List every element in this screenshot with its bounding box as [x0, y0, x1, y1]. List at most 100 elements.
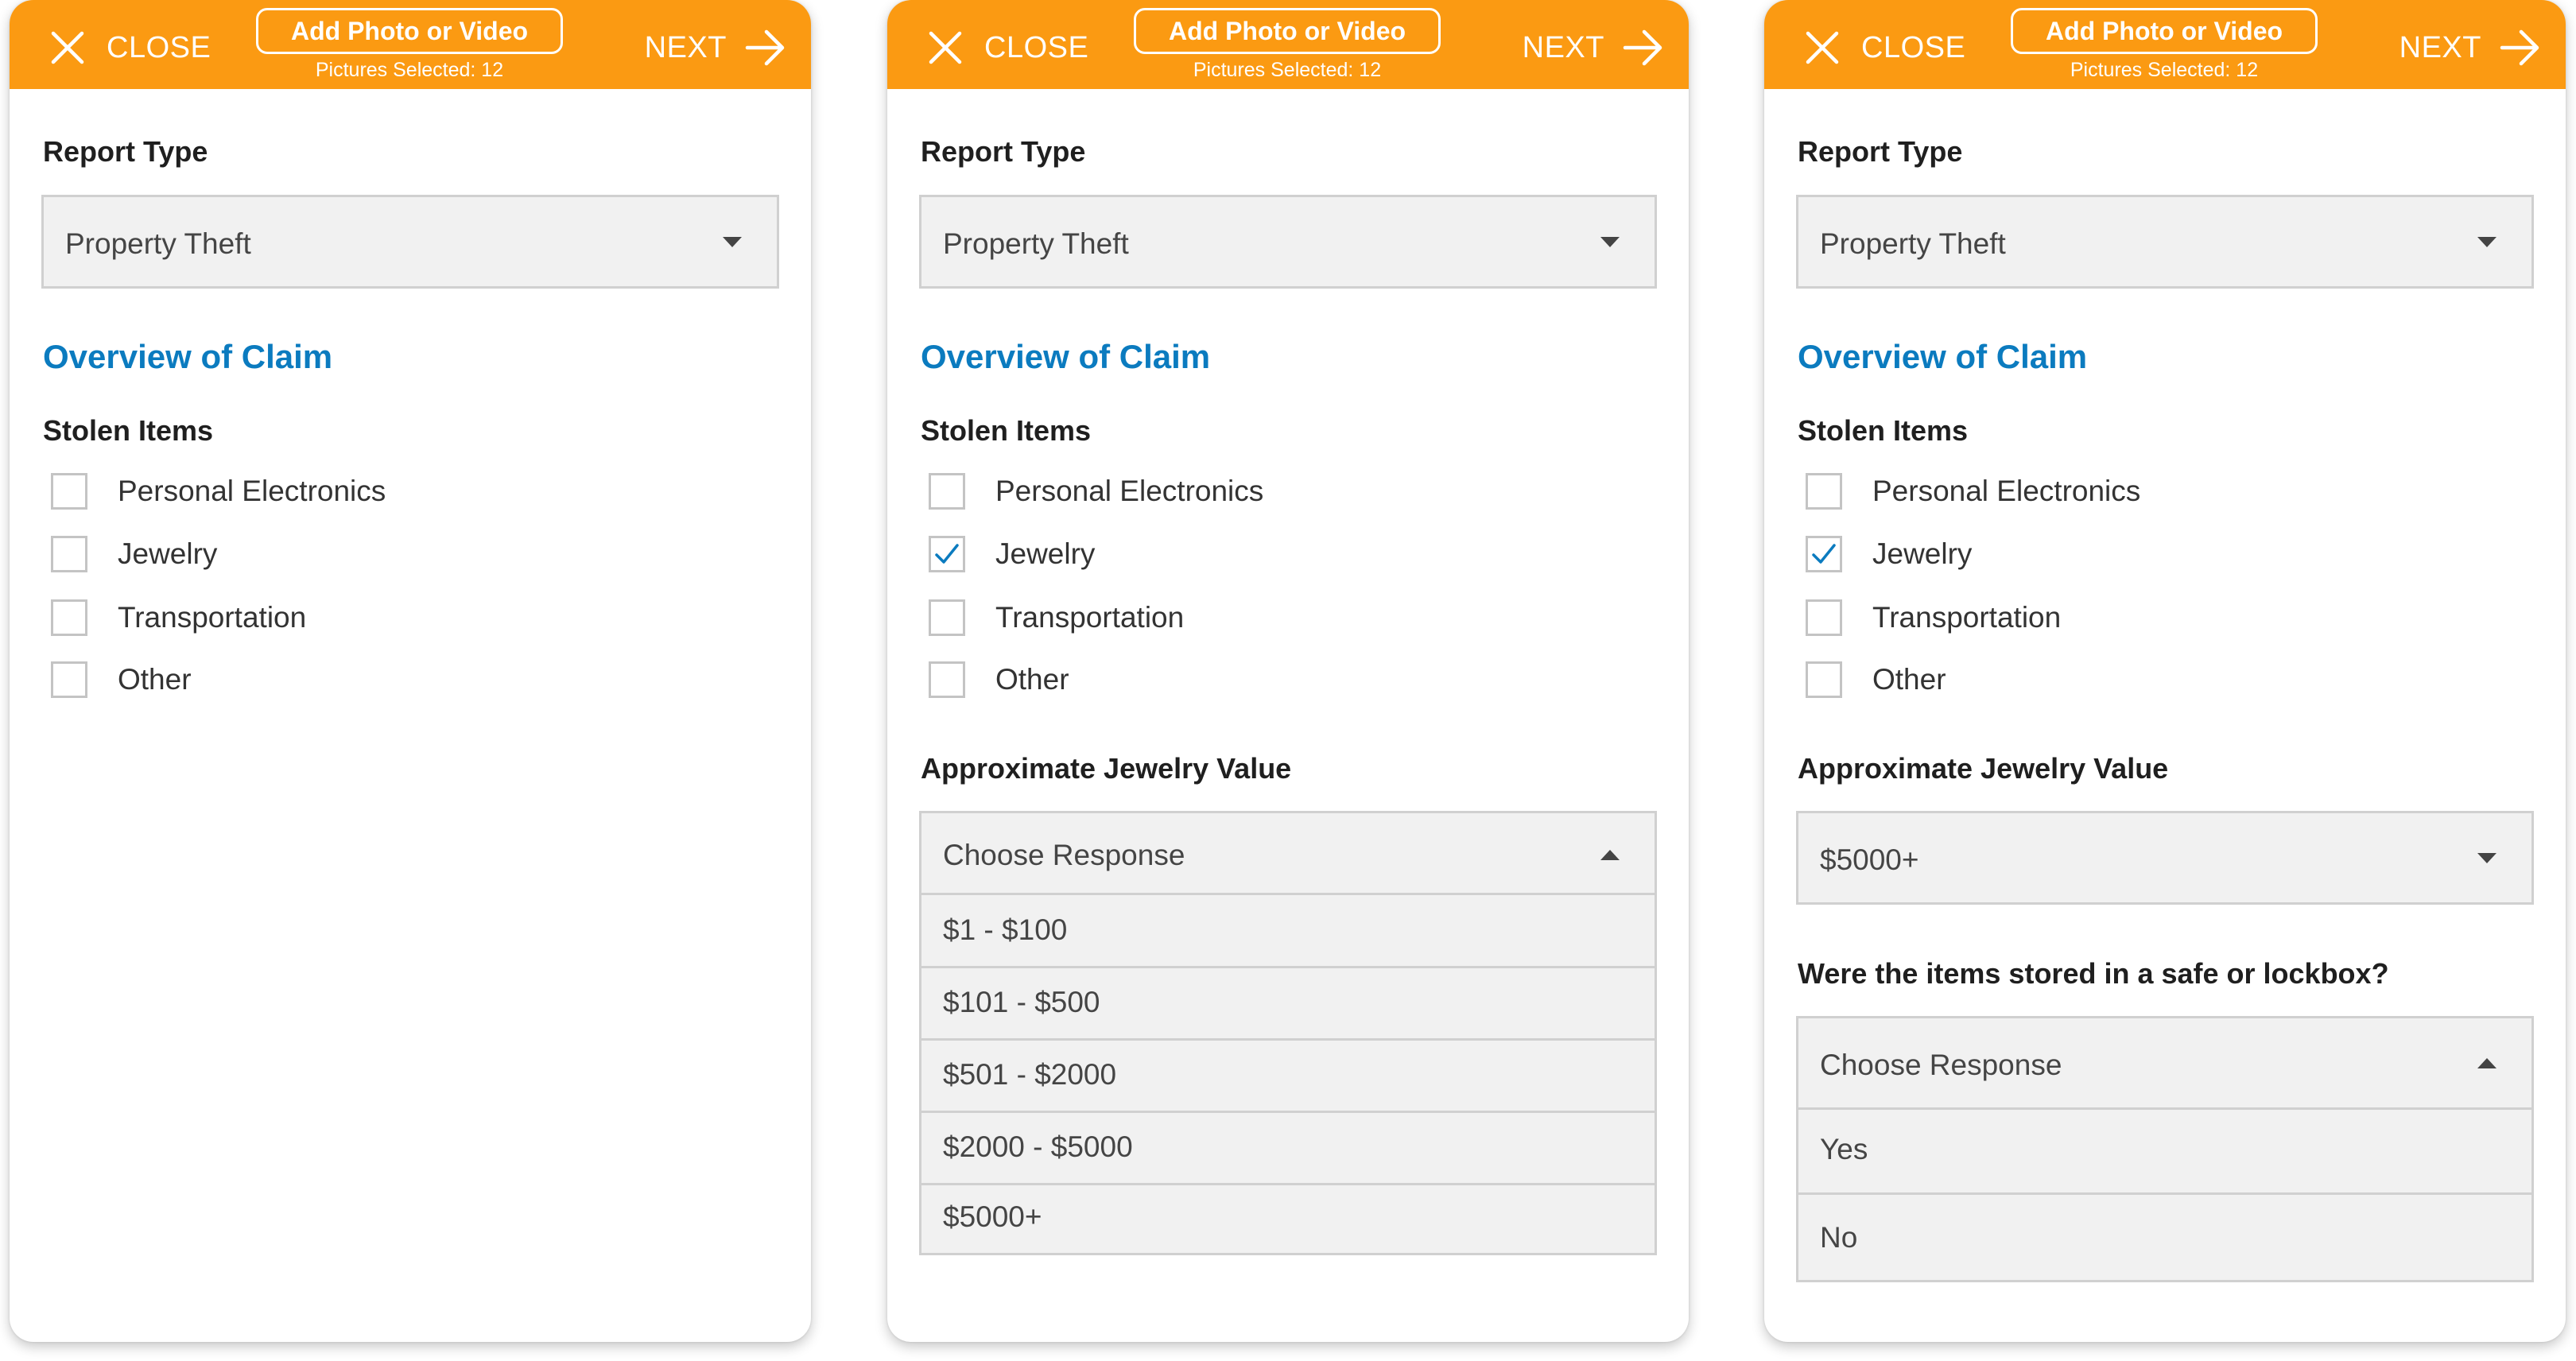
close-button[interactable]: CLOSE [927, 24, 1088, 72]
arrow-right-icon [745, 29, 785, 66]
checkbox-personal-electronics[interactable]: Personal Electronics [1806, 471, 2140, 511]
jewelry-value-label: Approximate Jewelry Value [1798, 752, 2169, 785]
next-button[interactable]: NEXT [645, 24, 787, 72]
option-label: Yes [1820, 1133, 1868, 1165]
close-icon [929, 31, 962, 64]
jewelry-value-select[interactable]: Choose Response [919, 811, 1657, 895]
add-photo-video-button[interactable]: Add Photo or Video [256, 8, 563, 54]
checkbox-label: Personal Electronics [1872, 475, 2141, 507]
checkbox-other[interactable]: Other [1806, 660, 1946, 700]
safe-lockbox-select[interactable]: Choose Response [1796, 1016, 2534, 1110]
option-label: $1 - $100 [943, 913, 1068, 946]
jewelry-value-selected: $5000+ [1820, 843, 1919, 876]
next-label: NEXT [644, 30, 727, 64]
dropdown-option[interactable]: $2000 - $5000 [921, 1111, 1655, 1183]
checkbox-box[interactable] [929, 599, 965, 636]
checkbox-box[interactable] [51, 473, 87, 510]
checkbox-label: Personal Electronics [118, 475, 386, 507]
checkbox-box[interactable] [929, 473, 965, 510]
safe-lockbox-options: Yes No [1796, 1107, 2534, 1282]
dropdown-option[interactable]: $5000+ [921, 1183, 1655, 1253]
jewelry-value-options: $1 - $100 $101 - $500 $501 - $2000 $2000… [919, 893, 1657, 1255]
screen-3: CLOSE Add Photo or Video Pictures Select… [1764, 0, 2566, 1342]
stolen-items-label: Stolen Items [921, 414, 1092, 447]
close-label: CLOSE [1861, 30, 1966, 64]
option-label: $5000+ [943, 1200, 1042, 1233]
chevron-up-icon [2477, 1058, 2496, 1068]
checkbox-box[interactable] [1806, 473, 1842, 510]
chevron-down-icon [2477, 237, 2496, 247]
report-type-select[interactable]: Property Theft [1796, 195, 2534, 289]
checkbox-label: Other [1872, 663, 1946, 696]
option-label: $101 - $500 [943, 986, 1100, 1018]
option-label: $501 - $2000 [943, 1058, 1117, 1091]
checkbox-label: Other [118, 663, 192, 696]
checkbox-label: Jewelry [995, 537, 1096, 570]
dropdown-option[interactable]: Yes [1798, 1107, 2531, 1192]
checkbox-label: Personal Electronics [995, 475, 1264, 507]
checkbox-label: Jewelry [1872, 537, 1973, 570]
report-type-select[interactable]: Property Theft [41, 195, 779, 289]
checkbox-box[interactable] [1806, 599, 1842, 636]
jewelry-value-label: Approximate Jewelry Value [921, 752, 1292, 785]
report-type-label: Report Type [921, 135, 1086, 168]
dropdown-option[interactable]: $1 - $100 [921, 893, 1655, 966]
checkbox-label: Transportation [118, 601, 307, 634]
checkbox-transportation[interactable]: Transportation [51, 598, 306, 638]
checkbox-personal-electronics[interactable]: Personal Electronics [929, 471, 1263, 511]
next-label: NEXT [1522, 30, 1604, 64]
report-type-value: Property Theft [943, 227, 1129, 260]
checkbox-box[interactable] [1806, 661, 1842, 698]
next-button[interactable]: NEXT [1523, 24, 1665, 72]
top-bar: CLOSE Add Photo or Video Pictures Select… [887, 0, 1689, 89]
checkbox-other[interactable]: Other [51, 660, 192, 700]
add-photo-video-button[interactable]: Add Photo or Video [1134, 8, 1441, 54]
chevron-down-icon [723, 237, 742, 247]
report-type-value: Property Theft [65, 227, 251, 260]
checkbox-other[interactable]: Other [929, 660, 1069, 700]
close-button[interactable]: CLOSE [49, 24, 211, 72]
chevron-down-icon [2477, 853, 2496, 863]
checkmark-icon [1812, 544, 1836, 564]
arrow-right-icon [2500, 29, 2539, 66]
dropdown-option[interactable]: No [1798, 1192, 2531, 1280]
checkbox-box[interactable] [51, 661, 87, 698]
stolen-items-label: Stolen Items [1798, 414, 1969, 447]
close-label: CLOSE [984, 30, 1089, 64]
checkbox-box-checked[interactable] [1806, 536, 1842, 572]
pictures-selected-count: Pictures Selected: 12 [2070, 59, 2259, 81]
checkbox-box[interactable] [51, 599, 87, 636]
checkbox-jewelry[interactable]: Jewelry [1806, 534, 1972, 574]
close-button[interactable]: CLOSE [1804, 24, 1965, 72]
chevron-up-icon [1600, 850, 1620, 860]
checkbox-transportation[interactable]: Transportation [929, 598, 1184, 638]
option-label: No [1820, 1221, 1858, 1254]
checkbox-box[interactable] [929, 661, 965, 698]
jewelry-value-select[interactable]: $5000+ [1796, 811, 2534, 905]
checkbox-label: Other [995, 663, 1069, 696]
report-type-select[interactable]: Property Theft [919, 195, 1657, 289]
report-type-label: Report Type [1798, 135, 1963, 168]
top-bar: CLOSE Add Photo or Video Pictures Select… [1764, 0, 2566, 89]
checkbox-transportation[interactable]: Transportation [1806, 598, 2061, 638]
top-bar: CLOSE Add Photo or Video Pictures Select… [10, 0, 811, 89]
checkbox-box[interactable] [51, 536, 87, 572]
checkbox-label: Transportation [1872, 601, 2062, 634]
pictures-selected-count: Pictures Selected: 12 [1193, 59, 1382, 81]
screen-2: CLOSE Add Photo or Video Pictures Select… [887, 0, 1689, 1342]
close-label: CLOSE [107, 30, 211, 64]
close-icon [1806, 31, 1839, 64]
checkbox-jewelry[interactable]: Jewelry [929, 534, 1095, 574]
screen-1: CLOSE Add Photo or Video Pictures Select… [10, 0, 811, 1342]
checkbox-jewelry[interactable]: Jewelry [51, 534, 217, 574]
checkbox-box-checked[interactable] [929, 536, 965, 572]
checkbox-label: Jewelry [118, 537, 218, 570]
next-label: NEXT [2399, 30, 2481, 64]
add-photo-video-button[interactable]: Add Photo or Video [2011, 8, 2318, 54]
checkbox-personal-electronics[interactable]: Personal Electronics [51, 471, 386, 511]
next-button[interactable]: NEXT [2399, 24, 2542, 72]
option-label: $2000 - $5000 [943, 1130, 1133, 1163]
safe-question-label: Were the items stored in a safe or lockb… [1798, 957, 2389, 990]
dropdown-option[interactable]: $101 - $500 [921, 966, 1655, 1038]
dropdown-option[interactable]: $501 - $2000 [921, 1038, 1655, 1111]
